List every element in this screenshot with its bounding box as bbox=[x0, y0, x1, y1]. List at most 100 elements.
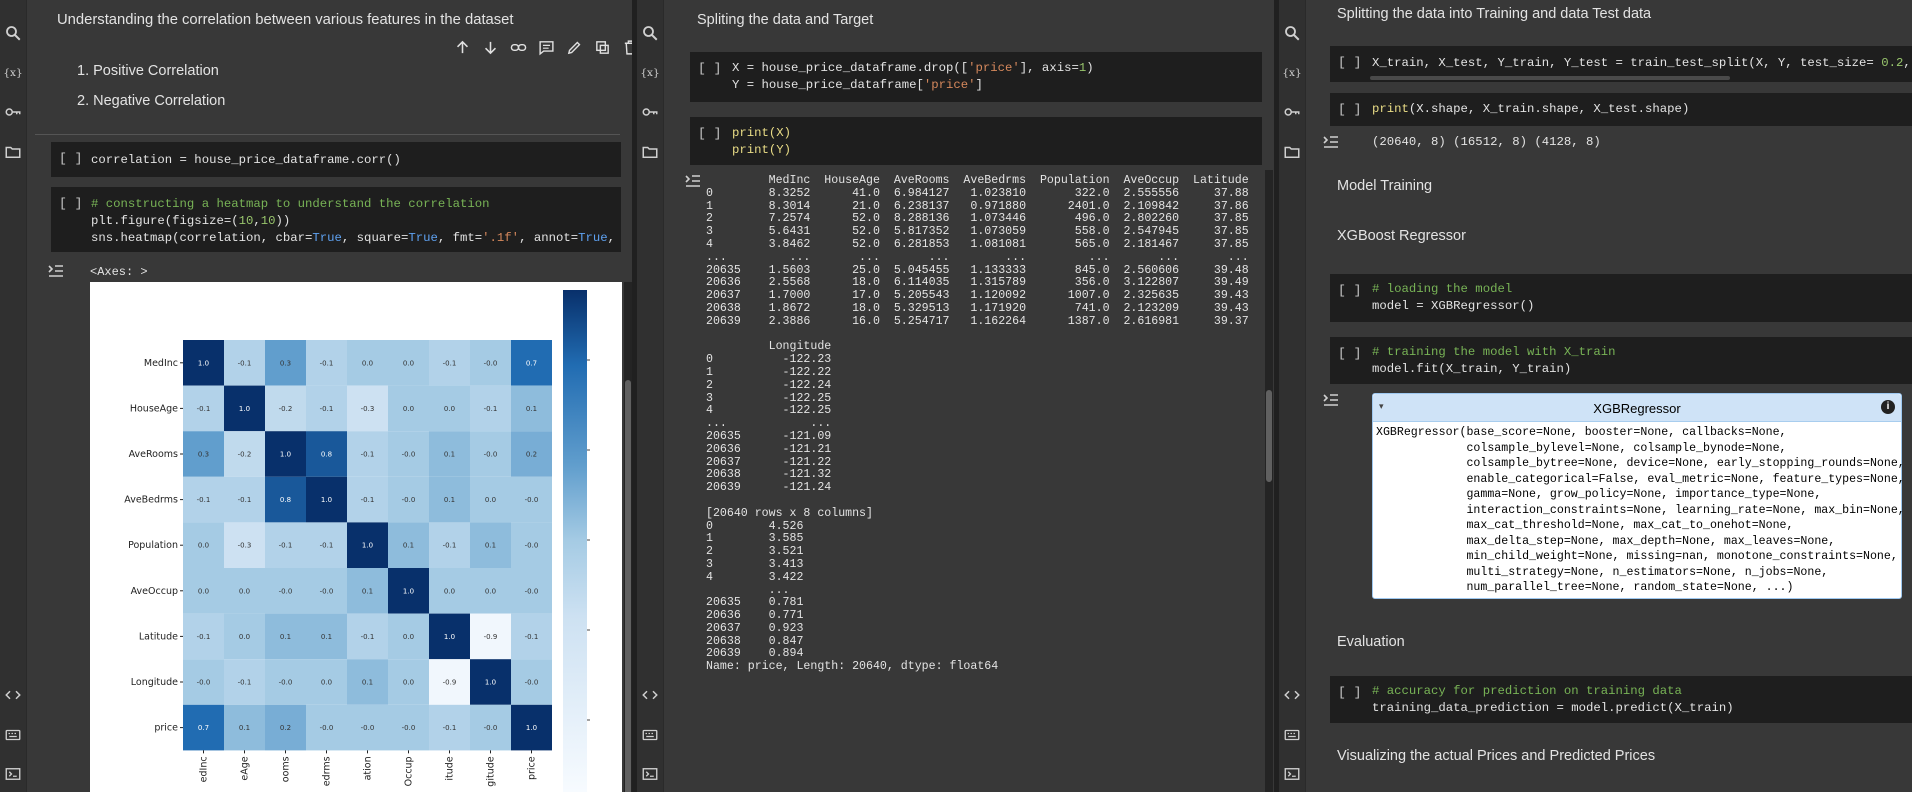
comment-icon[interactable] bbox=[537, 38, 555, 56]
heatmap-annotation: -0.0 bbox=[525, 587, 539, 595]
info-icon[interactable]: i bbox=[1881, 400, 1895, 414]
heatmap-annotation: -0.0 bbox=[484, 359, 498, 367]
xgb-header[interactable]: ▾ XGBRegressor i bbox=[1373, 394, 1901, 422]
code-icon[interactable] bbox=[641, 686, 659, 704]
code-line[interactable]: X_train, X_test, Y_train, Y_test = train… bbox=[1372, 55, 1912, 72]
code-line[interactable]: model = XGBRegressor() bbox=[1372, 298, 1534, 315]
key-icon[interactable] bbox=[4, 103, 22, 121]
run-cell-button[interactable]: [ ] bbox=[1338, 55, 1361, 70]
heatmap-annotation: -0.1 bbox=[238, 359, 252, 367]
notebook-content: Understanding the correlation between va… bbox=[27, 0, 632, 792]
search-icon[interactable] bbox=[641, 24, 659, 42]
heatmap-annotation: -0.1 bbox=[443, 542, 457, 550]
keyboard-icon[interactable] bbox=[1283, 726, 1301, 744]
code-line[interactable]: training_data_prediction = model.predict… bbox=[1372, 700, 1734, 717]
variables-icon[interactable]: {x} bbox=[1283, 63, 1301, 81]
code-line[interactable]: print(X) bbox=[732, 125, 791, 142]
variables-icon[interactable]: {x} bbox=[4, 63, 22, 81]
arrow-up-icon[interactable] bbox=[453, 38, 471, 56]
x-tick-label: edInc bbox=[199, 756, 210, 782]
folder-icon[interactable] bbox=[641, 143, 659, 161]
code-comment[interactable]: # training the model with X_train bbox=[1372, 344, 1616, 361]
mirror-icon[interactable] bbox=[593, 38, 611, 56]
sidebar-rail: {x} bbox=[637, 0, 664, 792]
folder-icon[interactable] bbox=[4, 143, 22, 161]
search-icon[interactable] bbox=[4, 24, 22, 42]
code-icon[interactable] bbox=[4, 686, 22, 704]
output-icon[interactable] bbox=[1322, 134, 1344, 150]
code-cell-split[interactable]: [ ] X = house_price_dataframe.drop(['pri… bbox=[690, 52, 1262, 102]
code-line[interactable]: model.fit(X_train, Y_train) bbox=[1372, 361, 1571, 378]
list-item-negative: 2. Negative Correlation bbox=[77, 93, 226, 109]
heatmap-annotation: -0.1 bbox=[320, 405, 334, 413]
y-tick-label: MedInc bbox=[144, 358, 178, 369]
code-cell-print[interactable]: [ ] print(X) print(Y) bbox=[690, 117, 1262, 165]
heatmap-annotation: 0.1 bbox=[280, 633, 291, 641]
heatmap-annotation: -0.0 bbox=[525, 496, 539, 504]
code-line[interactable]: print(Y) bbox=[732, 142, 791, 159]
run-cell-button[interactable]: [ ] bbox=[1338, 283, 1361, 298]
sidebar-rail: {x} bbox=[0, 0, 27, 792]
run-cell-button[interactable]: [ ] bbox=[59, 151, 82, 166]
edit-icon[interactable] bbox=[565, 38, 583, 56]
code-icon[interactable] bbox=[1283, 686, 1301, 704]
code-cell-predict[interactable]: [ ] # accuracy for prediction on trainin… bbox=[1330, 676, 1912, 723]
heatmap-figure: 1.0 -0.1 0.3 -0.1 0.0 0.0 -0.1 -0.0 0.7 MedInc -0.… bbox=[90, 282, 622, 792]
heatmap-annotation: 0.0 bbox=[239, 587, 250, 595]
code-line[interactable]: sns.heatmap(correlation, cbar=True, squa… bbox=[91, 230, 621, 247]
y-tick-label: Longitude bbox=[131, 677, 178, 688]
run-cell-button[interactable]: [ ] bbox=[59, 196, 82, 211]
code-cell-train-test-split[interactable]: [ ] X_train, X_test, Y_train, Y_test = t… bbox=[1330, 46, 1912, 82]
heatmap-annotation: 0.0 bbox=[444, 587, 455, 595]
terminal-icon[interactable] bbox=[641, 765, 659, 783]
keyboard-icon[interactable] bbox=[641, 726, 659, 744]
code-cell-fit[interactable]: [ ] # training the model with X_train mo… bbox=[1330, 337, 1912, 384]
output-icon[interactable] bbox=[684, 173, 706, 189]
y-tick-label: AveOccup bbox=[131, 586, 178, 597]
x-tick-label: Occup bbox=[404, 756, 415, 786]
code-line[interactable]: Y = house_price_dataframe['price'] bbox=[732, 77, 983, 94]
delete-icon[interactable] bbox=[621, 38, 632, 56]
horizontal-scrollbar[interactable] bbox=[1370, 76, 1730, 80]
code-line[interactable]: X = house_price_dataframe.drop(['price']… bbox=[732, 60, 1094, 77]
code-comment[interactable]: # constructing a heatmap to understand t… bbox=[91, 196, 489, 213]
terminal-icon[interactable] bbox=[1283, 765, 1301, 783]
run-cell-button[interactable]: [ ] bbox=[1338, 685, 1361, 700]
folder-icon[interactable] bbox=[1283, 143, 1301, 161]
code-cell-heatmap[interactable]: [ ] # constructing a heatmap to understa… bbox=[51, 187, 621, 252]
run-cell-button[interactable]: [ ] bbox=[698, 61, 721, 76]
variables-icon[interactable]: {x} bbox=[641, 63, 659, 81]
run-cell-button[interactable]: [ ] bbox=[698, 126, 721, 141]
heatmap-annotation: -0.1 bbox=[484, 405, 498, 413]
terminal-icon[interactable] bbox=[4, 765, 22, 783]
heatmap-annotation: -0.1 bbox=[197, 405, 211, 413]
heatmap-annotation: -0.0 bbox=[320, 587, 334, 595]
code-cell-corr[interactable]: [ ] correlation = house_price_dataframe.… bbox=[51, 142, 621, 177]
heatmap-annotation: -0.3 bbox=[361, 405, 375, 413]
keyboard-icon[interactable] bbox=[4, 726, 22, 744]
code-comment[interactable]: # accuracy for prediction on training da… bbox=[1372, 683, 1682, 700]
output-icon[interactable] bbox=[47, 263, 69, 279]
heatmap-annotation: 0.0 bbox=[362, 359, 373, 367]
search-icon[interactable] bbox=[1283, 24, 1301, 42]
key-icon[interactable] bbox=[1283, 103, 1301, 121]
code-comment[interactable]: # loading the model bbox=[1372, 281, 1512, 298]
run-cell-button[interactable]: [ ] bbox=[1338, 346, 1361, 361]
link-icon[interactable] bbox=[509, 38, 527, 56]
code-line[interactable]: correlation = house_price_dataframe.corr… bbox=[91, 152, 401, 169]
output-icon[interactable] bbox=[1322, 392, 1344, 408]
code-line[interactable]: print(X.shape, X_train.shape, X_test.sha… bbox=[1372, 101, 1689, 118]
code-line[interactable]: plt.figure(figsize=(10,10)) bbox=[91, 213, 290, 230]
xgb-estimator-widget[interactable]: ▾ XGBRegressor i XGBRegressor(base_score… bbox=[1372, 393, 1905, 599]
heatmap-annotation: -0.1 bbox=[361, 451, 375, 459]
code-cell-load-model[interactable]: [ ] # loading the model model = XGBRegre… bbox=[1330, 274, 1912, 322]
run-cell-button[interactable]: [ ] bbox=[1338, 102, 1361, 117]
heatmap-annotation: -0.0 bbox=[525, 679, 539, 687]
code-cell-shape[interactable]: [ ] print(X.shape, X_train.shape, X_test… bbox=[1330, 93, 1912, 126]
heatmap-annotation: -0.1 bbox=[197, 633, 211, 641]
arrow-down-icon[interactable] bbox=[481, 38, 499, 56]
key-icon[interactable] bbox=[641, 103, 659, 121]
scrollbar-thumb[interactable] bbox=[625, 380, 631, 792]
heatmap-annotation: -0.3 bbox=[238, 542, 252, 550]
scrollbar-thumb[interactable] bbox=[1266, 390, 1272, 482]
